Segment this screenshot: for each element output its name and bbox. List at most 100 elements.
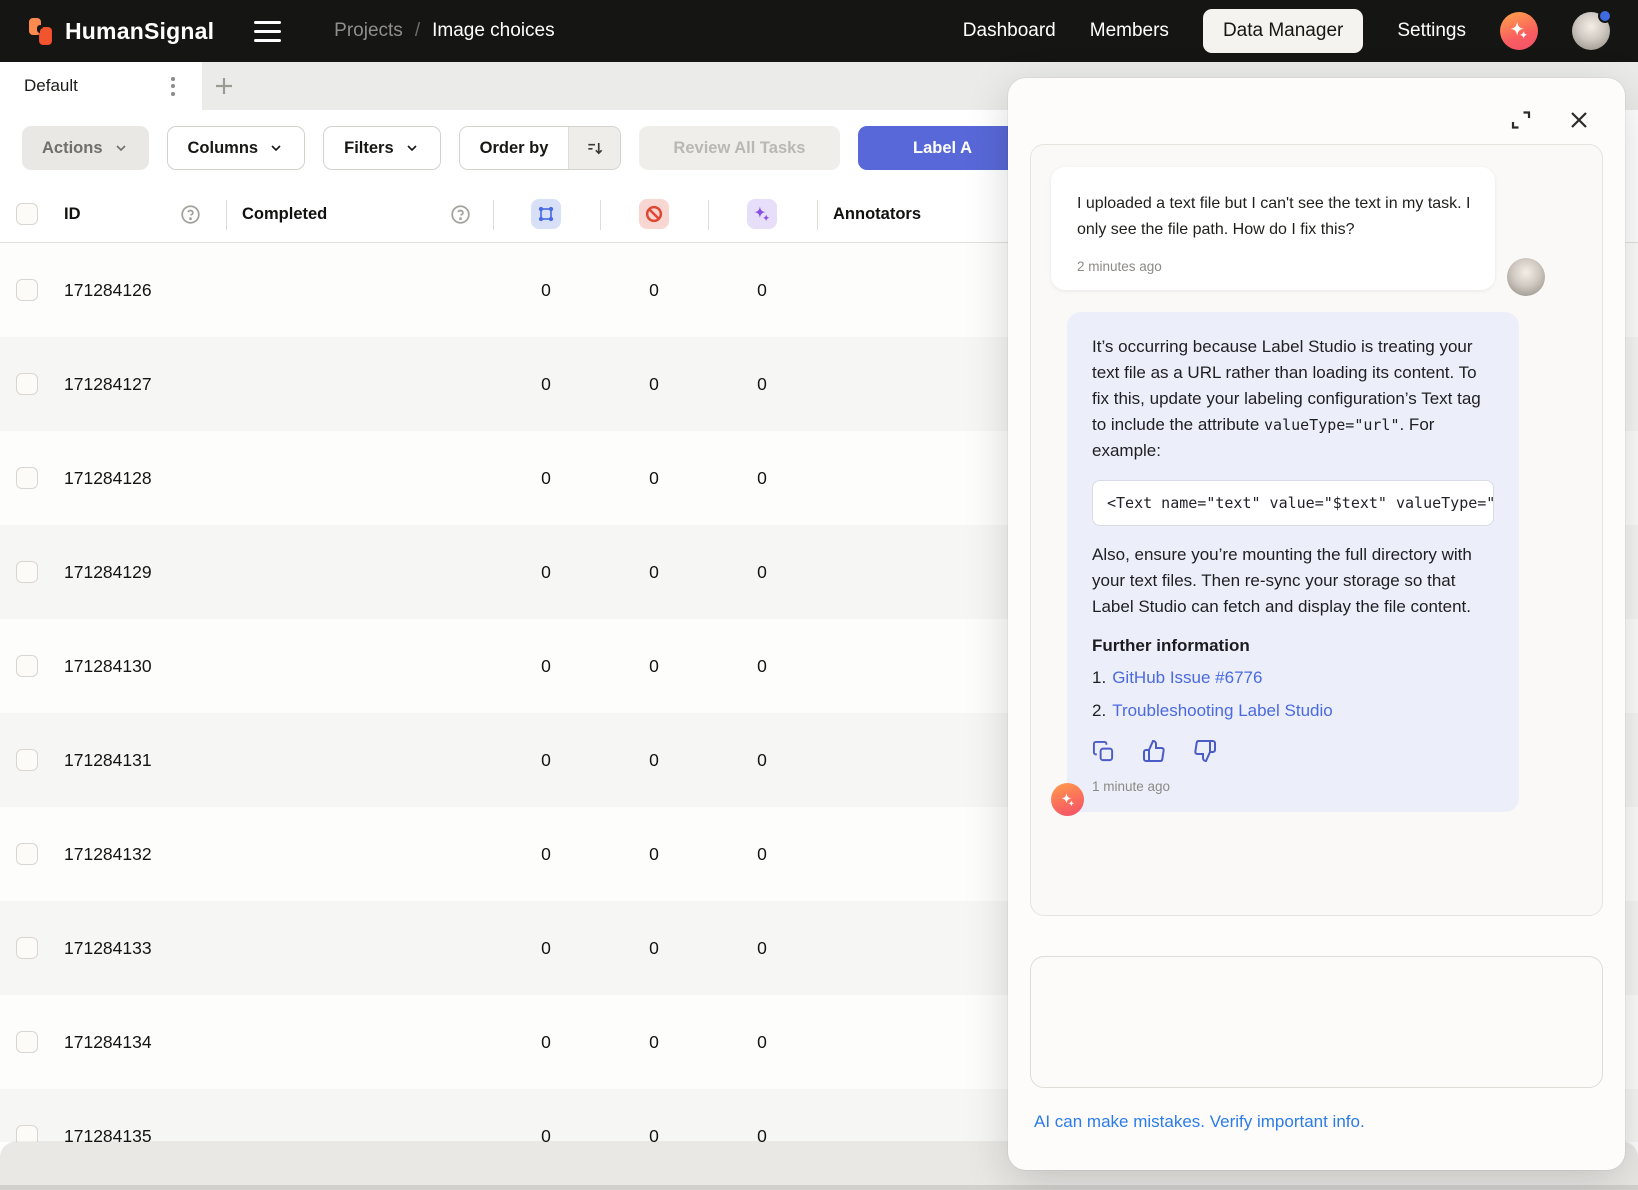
github-issue-link[interactable]: GitHub Issue #6776 xyxy=(1112,668,1262,687)
filters-dropdown[interactable]: Filters xyxy=(323,126,441,170)
cancelled-count: 0 xyxy=(622,337,686,431)
row-checkbox[interactable] xyxy=(16,561,38,583)
row-checkbox[interactable] xyxy=(16,373,38,395)
list-item: 2.Troubleshooting Label Studio xyxy=(1092,701,1494,721)
user-avatar[interactable] xyxy=(1572,12,1610,50)
expand-panel-button[interactable] xyxy=(1509,108,1533,132)
annotations-count: 0 xyxy=(514,995,578,1089)
column-header-annotations[interactable] xyxy=(531,199,561,229)
id-help-icon[interactable] xyxy=(180,204,201,225)
user-message-bubble: I uploaded a text file but I can't see t… xyxy=(1051,167,1495,290)
row-checkbox[interactable] xyxy=(16,749,38,771)
ai-assistant-button[interactable] xyxy=(1500,12,1538,50)
copy-icon xyxy=(1092,740,1115,763)
actions-dropdown[interactable]: Actions xyxy=(22,126,149,170)
predictions-count: 0 xyxy=(730,337,794,431)
code-snippet[interactable]: <Text name="text" value="$text" valueTyp… xyxy=(1092,480,1494,526)
brand-name: HumanSignal xyxy=(65,18,214,45)
task-id: 171284135 xyxy=(64,1089,152,1142)
task-id: 171284130 xyxy=(64,619,152,713)
close-panel-button[interactable] xyxy=(1567,108,1591,132)
cancelled-count: 0 xyxy=(622,713,686,807)
close-icon xyxy=(1567,108,1591,132)
columns-dropdown[interactable]: Columns xyxy=(167,126,306,170)
column-header-cancelled-annotations[interactable] xyxy=(639,199,669,229)
column-header-annotators[interactable]: Annotators xyxy=(833,186,921,243)
row-checkbox[interactable] xyxy=(16,1125,38,1142)
annotations-count: 0 xyxy=(514,525,578,619)
row-checkbox[interactable] xyxy=(16,655,38,677)
cancelled-count: 0 xyxy=(622,243,686,337)
predictions-count: 0 xyxy=(730,525,794,619)
brand-logo[interactable]: HumanSignal xyxy=(28,16,214,46)
task-id: 171284128 xyxy=(64,431,152,525)
cancelled-count: 0 xyxy=(622,525,686,619)
expand-icon xyxy=(1509,108,1533,132)
thumbs-up-button[interactable] xyxy=(1142,739,1166,763)
ai-chat-panel: I uploaded a text file but I can't see t… xyxy=(1008,78,1625,1170)
row-checkbox[interactable] xyxy=(16,279,38,301)
annotations-count: 0 xyxy=(514,337,578,431)
column-header-id[interactable]: ID xyxy=(64,186,81,243)
chevron-down-icon xyxy=(113,140,129,156)
tab-default[interactable]: Default xyxy=(0,62,202,110)
predictions-count: 0 xyxy=(730,713,794,807)
annotations-count: 0 xyxy=(514,713,578,807)
label-all-tasks-button[interactable]: Label A xyxy=(858,126,1028,170)
task-id: 171284126 xyxy=(64,243,152,337)
select-all-checkbox[interactable] xyxy=(16,203,38,225)
tab-label: Default xyxy=(24,76,78,96)
sparkle-icon xyxy=(1059,791,1077,809)
plus-icon xyxy=(212,74,236,98)
list-item: 1.GitHub Issue #6776 xyxy=(1092,668,1494,688)
completed-help-icon[interactable] xyxy=(450,204,471,225)
cancelled-count: 0 xyxy=(622,901,686,995)
further-information-heading: Further information xyxy=(1092,636,1494,656)
column-header-predictions[interactable] xyxy=(747,199,777,229)
annotations-count: 0 xyxy=(514,431,578,525)
sort-direction-toggle[interactable] xyxy=(568,127,620,169)
annotations-count: 0 xyxy=(514,1089,578,1142)
humansignal-logo-icon xyxy=(28,16,55,46)
review-all-tasks-button[interactable]: Review All Tasks xyxy=(639,126,839,170)
nav-link-data-manager[interactable]: Data Manager xyxy=(1203,9,1363,53)
add-tab-button[interactable] xyxy=(210,72,238,100)
chat-panel-header xyxy=(1030,96,1603,144)
thumbs-up-icon xyxy=(1142,739,1166,763)
task-id: 171284129 xyxy=(64,525,152,619)
breadcrumb: Projects / Image choices xyxy=(334,20,554,42)
user-message-text: I uploaded a text file but I can't see t… xyxy=(1077,191,1471,243)
sort-icon xyxy=(585,138,605,158)
window-edge xyxy=(0,1185,1638,1190)
nav-link-dashboard[interactable]: Dashboard xyxy=(963,20,1056,42)
nav-link-settings[interactable]: Settings xyxy=(1397,20,1466,42)
row-checkbox[interactable] xyxy=(16,843,38,865)
user-message: I uploaded a text file but I can't see t… xyxy=(1051,167,1582,290)
predictions-count: 0 xyxy=(730,243,794,337)
row-checkbox[interactable] xyxy=(16,467,38,489)
task-id: 171284132 xyxy=(64,807,152,901)
thumbs-down-button[interactable] xyxy=(1193,739,1217,763)
task-id: 171284127 xyxy=(64,337,152,431)
nav-link-members[interactable]: Members xyxy=(1090,20,1169,42)
task-id: 171284134 xyxy=(64,995,152,1089)
row-checkbox[interactable] xyxy=(16,1031,38,1053)
further-information-list: 1.GitHub Issue #6776 2.Troubleshooting L… xyxy=(1092,668,1494,721)
annotations-count: 0 xyxy=(514,619,578,713)
predictions-count: 0 xyxy=(730,431,794,525)
row-checkbox[interactable] xyxy=(16,937,38,959)
annotations-count: 0 xyxy=(514,243,578,337)
tab-options-kebab-icon[interactable] xyxy=(162,74,184,98)
cancelled-count: 0 xyxy=(622,619,686,713)
column-header-completed[interactable]: Completed xyxy=(242,186,327,243)
chevron-down-icon xyxy=(268,140,284,156)
task-id: 171284133 xyxy=(64,901,152,995)
inline-code: valueType="url" xyxy=(1264,416,1399,434)
top-nav: HumanSignal Projects / Image choices Das… xyxy=(0,0,1638,62)
copy-button[interactable] xyxy=(1092,740,1115,763)
chat-input[interactable] xyxy=(1030,956,1603,1088)
order-by-button[interactable]: Order by xyxy=(459,126,622,170)
troubleshooting-link[interactable]: Troubleshooting Label Studio xyxy=(1112,701,1333,720)
hamburger-menu-icon[interactable] xyxy=(254,16,284,46)
breadcrumb-projects[interactable]: Projects xyxy=(334,20,403,42)
